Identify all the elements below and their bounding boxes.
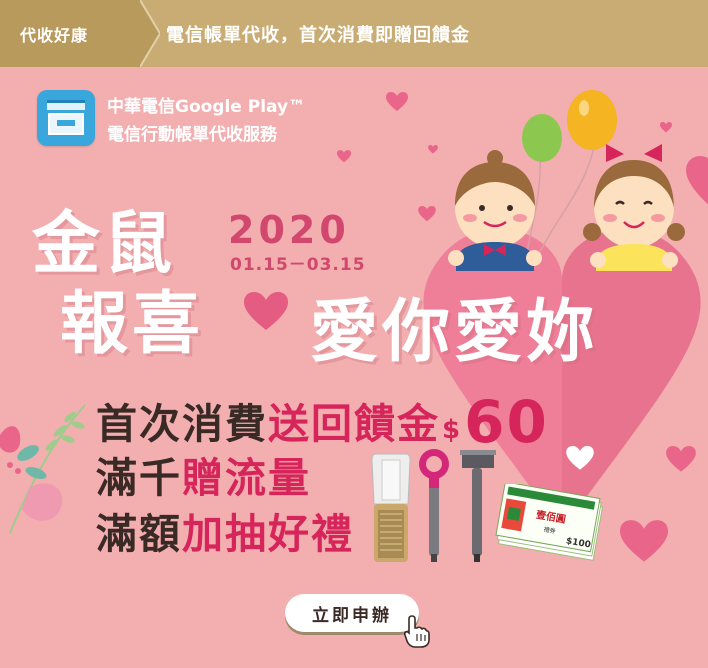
promo2-highlight: 贈流量 [182, 454, 311, 502]
apply-now-button[interactable]: 立即申辦 [285, 594, 419, 632]
heart-icon [686, 156, 708, 205]
air-purifier-image [371, 453, 411, 562]
category-tab-label: 代收好康 [20, 26, 89, 45]
header-bar: 代收好康 電信帳單代收，首次消費即贈回饋金 [0, 0, 708, 67]
header-title: 電信帳單代收，首次消費即贈回饋金 [166, 25, 470, 46]
heart-icon [428, 145, 438, 154]
headline-part3: 愛你愛妳 [310, 293, 599, 372]
headline-part2: 報喜 [60, 285, 205, 364]
heart-icon [660, 122, 672, 133]
pointer-hand-icon [404, 615, 430, 648]
heart-icon [418, 206, 436, 222]
category-tab[interactable]: 代收好康 [0, 0, 160, 67]
promo-data-bonus: 滿千贈流量 [96, 444, 311, 504]
campaign-dates: 01.15－03.15 [230, 255, 366, 275]
tab-arrow-icon [140, 0, 160, 67]
promo3-highlight: 加抽好禮 [182, 510, 354, 558]
promo2-label: 滿千 [96, 454, 182, 502]
heart-icon [386, 92, 408, 111]
promo1-highlight: 送回饋金 [268, 400, 440, 448]
banner: 代收好康 電信帳單代收，首次消費即贈回饋金 中華電信Google Play™ 電… [0, 0, 708, 668]
store-icon [37, 90, 95, 146]
boy-character [448, 150, 542, 271]
promo3-label: 滿額 [96, 510, 182, 558]
gift-voucher-image: 壹佰圓 禮券 $100 [495, 484, 604, 561]
apply-now-label: 立即申辦 [312, 605, 392, 626]
heart-icon [337, 150, 351, 163]
hair-dryer-pink-image [419, 449, 449, 562]
service-provider-title: 中華電信Google Play™ [107, 97, 306, 117]
heart-icon [566, 446, 594, 470]
heart-icon [244, 292, 288, 330]
campaign-year: 2020 [228, 208, 350, 252]
promo1-label: 首次消費 [96, 400, 268, 448]
girl-character [583, 144, 685, 271]
promo1-currency: $ [442, 415, 463, 445]
service-description: 電信行動帳單代收服務 [107, 125, 277, 145]
heart-icon [620, 520, 668, 562]
heart-icon [666, 446, 696, 472]
floral-decoration [0, 404, 86, 534]
promo-lucky-draw: 滿額加抽好禮 [96, 500, 354, 560]
